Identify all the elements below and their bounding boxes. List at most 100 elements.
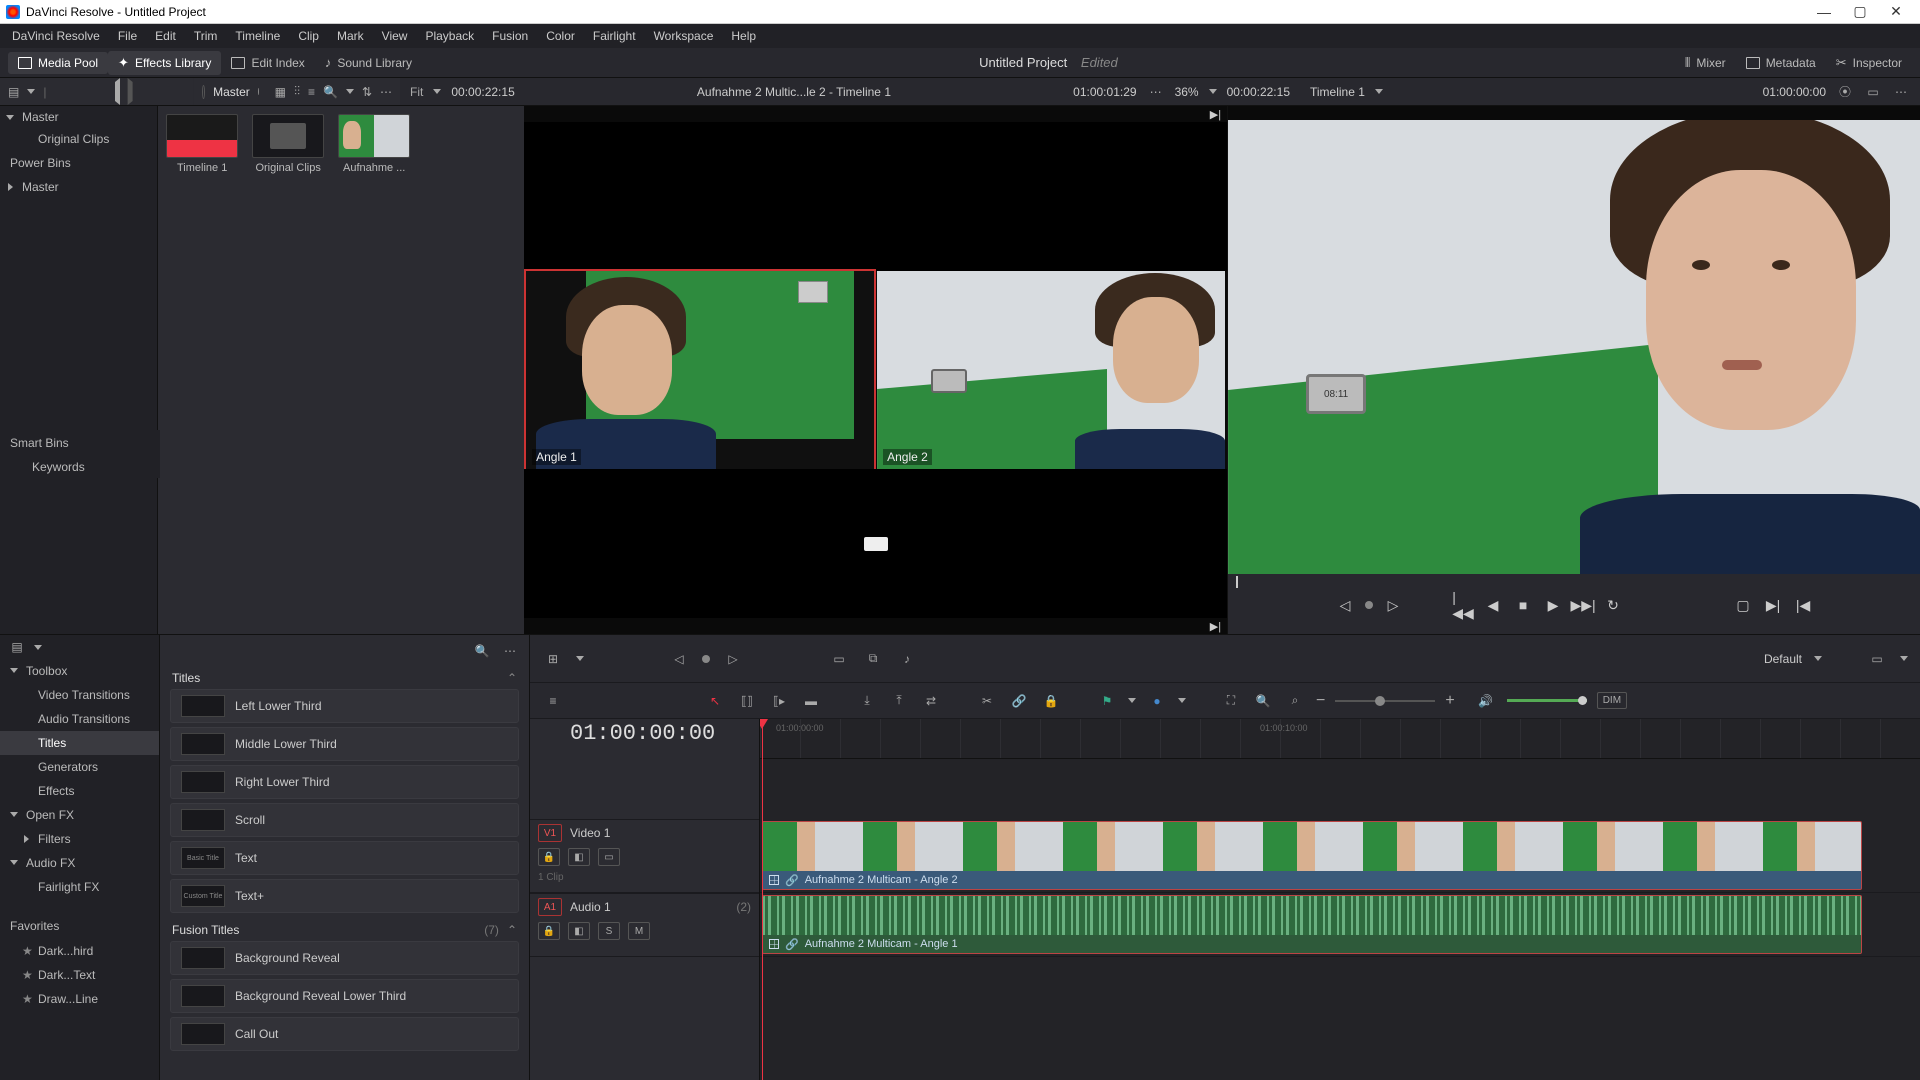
- overwrite-icon[interactable]: ⤒: [888, 691, 910, 711]
- cat-audiofx[interactable]: Audio FX: [0, 851, 159, 875]
- cat-generators[interactable]: Generators: [0, 755, 159, 779]
- solo-button[interactable]: S: [598, 922, 620, 940]
- metadata-toggle[interactable]: Metadata: [1736, 52, 1826, 74]
- title-item[interactable]: Right Lower Third: [170, 765, 519, 799]
- single-viewer-icon[interactable]: ▭: [1864, 83, 1882, 101]
- next-angle-icon[interactable]: ▷: [722, 649, 744, 669]
- stacked-icon[interactable]: ≡: [542, 691, 564, 711]
- auto-select-button[interactable]: ◧: [568, 922, 590, 940]
- fusion-title-item[interactable]: Background Reveal: [170, 941, 519, 975]
- minimize-button[interactable]: —: [1806, 0, 1842, 24]
- source-menu-icon[interactable]: ⋯: [1147, 83, 1165, 101]
- search-drop-icon[interactable]: [346, 89, 354, 94]
- fx-panel-drop-icon[interactable]: [34, 645, 42, 650]
- blade-tool[interactable]: ▬: [800, 691, 822, 711]
- zoom-out-icon[interactable]: −: [1316, 692, 1325, 710]
- cat-titles[interactable]: Titles: [0, 731, 159, 755]
- menu-help[interactable]: Help: [723, 26, 764, 46]
- timeline-view-icon[interactable]: ▭: [1866, 649, 1888, 669]
- bin-list-icon[interactable]: ▤: [8, 83, 19, 101]
- prev-angle-icon[interactable]: ◁: [668, 649, 690, 669]
- collapse-icon[interactable]: ⌃: [507, 671, 517, 685]
- fav-item[interactable]: ★Dark...Text: [0, 963, 159, 987]
- power-bins-header[interactable]: Power Bins: [0, 150, 157, 176]
- favorites-header[interactable]: Favorites: [0, 913, 159, 939]
- timeline-ruler[interactable]: 01:00:00:00 01:00:10:00: [760, 719, 1920, 759]
- fav-item[interactable]: ★Dark...hird: [0, 939, 159, 963]
- scrub-marker-icon[interactable]: [1236, 576, 1238, 588]
- search-icon[interactable]: 🔍: [323, 83, 338, 101]
- trim-tool[interactable]: ⟦⟧: [736, 691, 758, 711]
- view-grid-icon[interactable]: ⫶⫶: [294, 83, 300, 101]
- cat-fairlight-fx[interactable]: Fairlight FX: [0, 875, 159, 899]
- inspector-toggle[interactable]: ✂Inspector: [1826, 51, 1912, 75]
- lock-track-button[interactable]: 🔒: [538, 848, 560, 866]
- zoom-in-icon[interactable]: +: [1445, 692, 1454, 710]
- mark-out-icon[interactable]: ▷: [1383, 595, 1403, 615]
- clip-aufnahme[interactable]: Aufnahme ...: [338, 114, 410, 174]
- timeline-tracks[interactable]: 01:00:00:00 01:00:10:00 🔗Aufnahme 2 Mult…: [760, 719, 1920, 1080]
- bin-original-clips[interactable]: Original Clips: [0, 128, 157, 150]
- next-edit-icon[interactable]: ▶|: [1763, 595, 1783, 615]
- goto-start-button[interactable]: |◀◀: [1453, 595, 1473, 615]
- program-menu-icon[interactable]: ⋯: [1892, 83, 1910, 101]
- fit-dropdown[interactable]: Fit: [410, 85, 423, 99]
- title-item[interactable]: Custom TitleText+: [170, 879, 519, 913]
- angle-2[interactable]: Angle 2: [877, 271, 1225, 469]
- bin-keywords[interactable]: Keywords: [0, 456, 160, 478]
- v1-tag[interactable]: V1: [538, 824, 562, 842]
- fx-menu-icon[interactable]: ⋯: [501, 642, 519, 660]
- close-button[interactable]: ✕: [1878, 0, 1914, 24]
- timecode-display[interactable]: 01:00:00:00: [570, 721, 715, 746]
- menu-edit[interactable]: Edit: [147, 26, 184, 46]
- goto-end-icon[interactable]: ▶|: [1210, 620, 1221, 633]
- default-drop-icon[interactable]: [1814, 656, 1822, 661]
- flag-drop-icon[interactable]: [1128, 698, 1136, 703]
- replace-icon[interactable]: ⇄: [920, 691, 942, 711]
- nav-fwd-icon[interactable]: [128, 78, 194, 105]
- nav-history-icon[interactable]: [202, 85, 205, 99]
- track-head-a1[interactable]: A1 Audio 1 (2) 🔒 ◧ S M: [530, 893, 759, 957]
- lock-track-button[interactable]: 🔒: [538, 922, 560, 940]
- cat-video-transitions[interactable]: Video Transitions: [0, 683, 159, 707]
- media-pool-toggle[interactable]: Media Pool: [8, 52, 108, 74]
- titles-group-header[interactable]: Titles ⌃: [170, 665, 519, 689]
- browser-menu-icon[interactable]: ⋯: [380, 83, 392, 101]
- nav-back-icon[interactable]: [54, 78, 120, 105]
- play-button[interactable]: ▶: [1543, 595, 1563, 615]
- zoom-chevron-icon[interactable]: [1209, 89, 1217, 94]
- multicam-viewer[interactable]: ▶| Angle 1 Angle 2 ▶|: [524, 106, 1228, 634]
- default-timeline-label[interactable]: Default: [1764, 652, 1802, 666]
- match-frame-icon[interactable]: ▢: [1733, 595, 1753, 615]
- menu-clip[interactable]: Clip: [290, 26, 327, 46]
- cat-audio-transitions[interactable]: Audio Transitions: [0, 707, 159, 731]
- maximize-button[interactable]: ▢: [1842, 0, 1878, 24]
- sort-icon[interactable]: ⇅: [362, 83, 372, 101]
- menu-file[interactable]: File: [110, 26, 145, 46]
- mute-button[interactable]: M: [628, 922, 650, 940]
- fusion-title-item[interactable]: Background Reveal Lower Third: [170, 979, 519, 1013]
- cat-toolbox[interactable]: Toolbox: [0, 659, 159, 683]
- step-back-button[interactable]: ◀: [1483, 595, 1503, 615]
- mc-mode-drop-icon[interactable]: [576, 656, 584, 661]
- goto-end-icon[interactable]: ▶|: [1210, 108, 1221, 121]
- collapse-icon[interactable]: ⌃: [507, 923, 517, 937]
- bin-power-master[interactable]: Master: [0, 176, 157, 198]
- edit-index-toggle[interactable]: Edit Index: [221, 52, 314, 74]
- audio-only-icon[interactable]: ♪: [896, 649, 918, 669]
- menu-workspace[interactable]: Workspace: [646, 26, 722, 46]
- menu-trim[interactable]: Trim: [186, 26, 226, 46]
- menu-fairlight[interactable]: Fairlight: [585, 26, 644, 46]
- volume-icon[interactable]: 🔊: [1475, 691, 1497, 711]
- view-thumb-icon[interactable]: ▦: [275, 83, 286, 101]
- cat-filters[interactable]: Filters: [0, 827, 159, 851]
- audio-clip[interactable]: 🔗Aufnahme 2 Multicam - Angle 1: [762, 895, 1862, 954]
- angle-1[interactable]: Angle 1: [526, 271, 874, 469]
- marker-drop-icon[interactable]: [1178, 698, 1186, 703]
- fusion-titles-header[interactable]: Fusion Titles (7)⌃: [170, 917, 519, 941]
- zoom-slider[interactable]: [1335, 700, 1435, 702]
- timeline-chevron-icon[interactable]: [1375, 89, 1383, 94]
- disable-video-button[interactable]: ▭: [598, 848, 620, 866]
- sound-library-toggle[interactable]: ♪Sound Library: [315, 51, 422, 74]
- menu-mark[interactable]: Mark: [329, 26, 372, 46]
